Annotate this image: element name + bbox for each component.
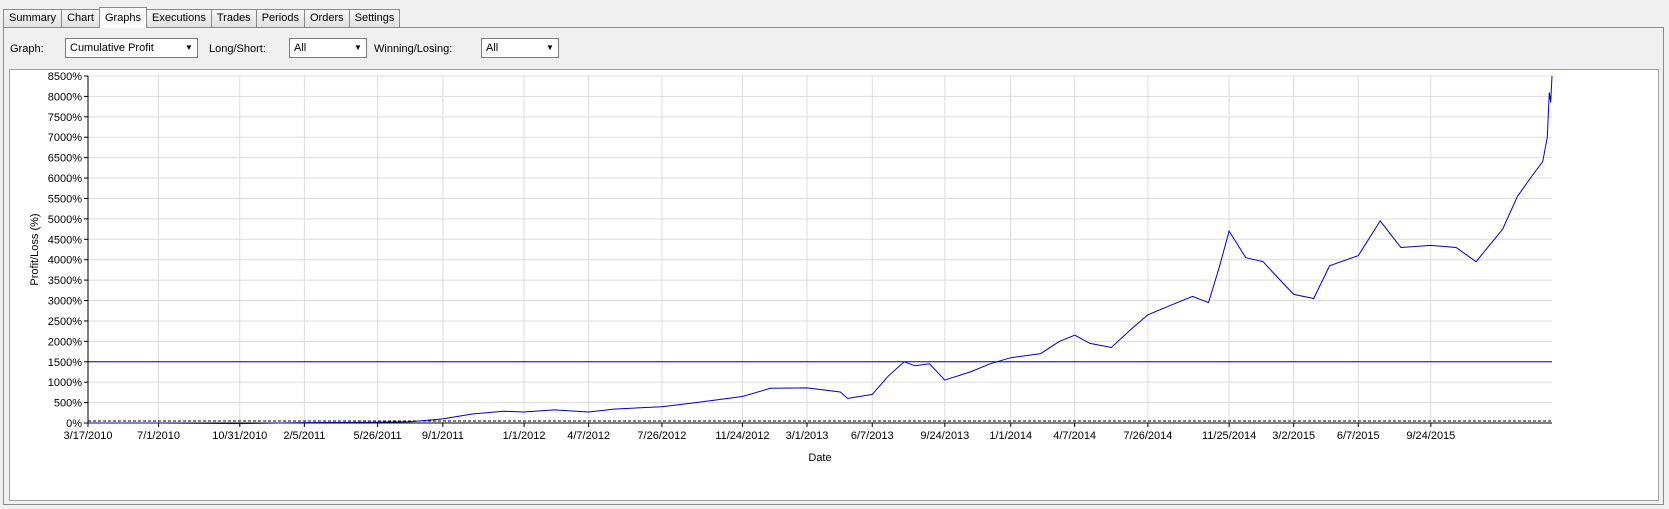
tab-summary[interactable]: Summary [3,9,63,27]
tab-settings[interactable]: Settings [348,9,401,27]
y-tick-label: 7500% [48,112,82,124]
y-tick-label: 6000% [48,173,82,185]
long-short-select-value: All [294,42,307,54]
tab-executions[interactable]: Executions [146,9,212,27]
graph-label: Graph: [10,43,44,55]
x-tick-label: 9/24/2013 [920,430,969,442]
x-tick-label: 3/1/2013 [786,430,829,442]
chevron-down-icon: ▼ [185,43,193,52]
y-tick-label: 1500% [48,357,82,369]
y-tick-label: 3000% [48,296,82,308]
cumulative-profit-line [88,75,1553,425]
y-tick-label: 4000% [48,255,82,267]
x-tick-label: 11/25/2014 [1202,430,1256,442]
tab-bar: Summary Chart Graphs Executions Trades Period… [3,7,401,28]
tab-periods[interactable]: Periods [255,9,305,27]
y-tick-label: 2500% [48,316,82,328]
x-tick-label: 1/1/2012 [503,430,546,442]
graph-select-value: Cumulative Profit [70,42,154,54]
y-tick-label: 500% [54,398,82,410]
x-tick-label: 11/24/2012 [715,430,769,442]
y-tick-label: 5000% [48,214,82,226]
x-tick-label: 10/31/2010 [212,430,267,442]
y-tick-label: 6500% [48,153,82,165]
y-tick-label: 4500% [48,234,82,246]
chevron-down-icon: ▼ [354,43,362,52]
x-tick-label: 4/7/2014 [1053,430,1096,442]
y-tick-label: 8500% [48,71,82,83]
x-axis-label: Date [808,452,831,464]
graph-select[interactable]: Cumulative Profit ▼ [65,38,198,58]
chart-svg: 0% 500% 1000% 1500% 2000% 2500% 3000% 3500% 4000… [29,71,1553,464]
y-tick-label: 2000% [48,336,82,348]
x-tick-label: 3/2/2015 [1272,430,1315,442]
x-tick-label: 7/26/2014 [1123,430,1172,442]
x-tick-label: 6/7/2015 [1337,430,1380,442]
x-tick-label: 3/17/2010 [64,430,113,442]
y-tick-label: 5500% [48,193,82,205]
y-tick-label: 1000% [48,377,82,389]
y-axis-label: Profit/Loss (%) [29,213,41,285]
y-tick-label: 0% [66,418,82,430]
tab-orders[interactable]: Orders [303,9,350,27]
x-tick-label: 7/26/2012 [637,430,686,442]
y-tick-label: 3500% [48,275,82,287]
x-tick-label: 9/24/2015 [1406,430,1455,442]
long-short-label: Long/Short: [209,43,266,55]
winning-losing-label: Winning/Losing: [374,43,453,55]
x-tick-label: 5/26/2011 [354,430,402,442]
x-tick-label: 9/1/2011 [422,430,464,442]
winning-losing-select-value: All [486,42,499,54]
x-tick-label: 6/7/2013 [851,430,894,442]
long-short-select[interactable]: All ▼ [289,38,367,58]
cumulative-profit-chart: 0% 500% 1000% 1500% 2000% 2500% 3000% 3500% 4000… [9,69,1659,501]
winning-losing-select[interactable]: All ▼ [481,38,559,58]
x-tick-label: 1/1/2014 [989,430,1032,442]
x-tick-label: 2/5/2011 [283,430,325,442]
x-tick-label: 7/1/2010 [137,430,180,442]
x-tick-label: 4/7/2012 [567,430,610,442]
chevron-down-icon: ▼ [546,43,554,52]
y-tick-label: 7000% [48,132,82,144]
tab-chart[interactable]: Chart [61,9,100,27]
y-tick-label: 8000% [48,91,82,103]
tab-trades[interactable]: Trades [210,9,257,27]
tab-graphs[interactable]: Graphs [98,7,148,28]
graphs-panel: Graph: Cumulative Profit ▼ Long/Short: A… [3,27,1664,505]
